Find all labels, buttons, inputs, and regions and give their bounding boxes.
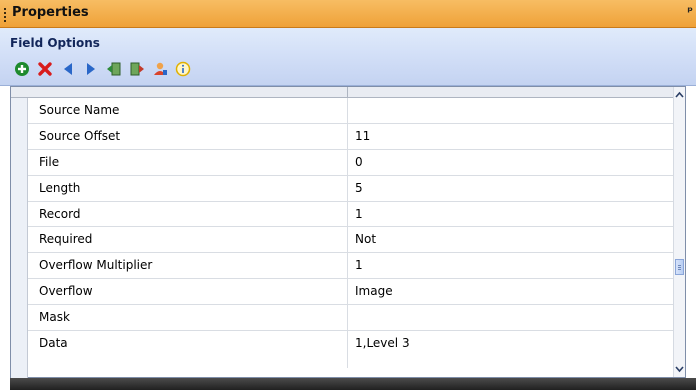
delete-icon xyxy=(38,62,52,76)
property-row-mask[interactable]: Mask xyxy=(28,305,676,332)
property-name: Source Offset xyxy=(39,128,121,143)
grid-header xyxy=(11,87,676,98)
export-button[interactable] xyxy=(128,60,146,78)
property-value[interactable]: 1 xyxy=(355,207,363,221)
panel-title-bar: Properties ᵖ xyxy=(0,0,696,28)
chevron-down-icon xyxy=(675,366,684,373)
section-title: Field Options xyxy=(10,36,100,50)
property-grid: Source Name Source Offset 11 File 0 Leng… xyxy=(10,86,686,378)
scroll-thumb[interactable] xyxy=(675,259,684,275)
user-alert-button[interactable] xyxy=(151,60,169,78)
info-button[interactable] xyxy=(174,60,192,78)
property-name: Required xyxy=(39,232,93,247)
property-value[interactable]: 11 xyxy=(355,129,370,143)
move-right-button[interactable] xyxy=(82,60,100,78)
drag-grip-icon[interactable] xyxy=(4,8,6,22)
info-icon xyxy=(175,61,191,77)
property-value[interactable]: 0 xyxy=(355,155,363,169)
property-name: Mask xyxy=(39,310,70,325)
scroll-down-button[interactable] xyxy=(674,363,685,375)
property-name: Source Name xyxy=(39,103,120,117)
vertical-scrollbar[interactable] xyxy=(673,87,685,377)
import-button[interactable] xyxy=(105,60,123,78)
property-row-record[interactable]: Record 1 xyxy=(28,201,676,228)
property-value[interactable]: 5 xyxy=(355,181,363,195)
property-name: Length xyxy=(39,180,81,195)
scroll-up-button[interactable] xyxy=(674,89,685,101)
property-row-overflow-multiplier[interactable]: Overflow Multiplier 1 xyxy=(28,253,676,280)
panel-bottom-border xyxy=(10,378,696,390)
property-row-length[interactable]: Length 5 xyxy=(28,175,676,202)
property-row-source-name[interactable]: Source Name xyxy=(28,98,676,124)
property-value[interactable]: 1,Level 3 xyxy=(355,336,410,350)
property-row-data[interactable]: Data 1,Level 3 xyxy=(28,331,676,369)
property-name: Overflow Multiplier xyxy=(39,258,153,273)
chevron-up-icon xyxy=(675,91,684,98)
property-row-file[interactable]: File 0 xyxy=(28,149,676,176)
property-name: Data xyxy=(39,336,68,351)
column-divider[interactable] xyxy=(347,87,348,97)
property-row-required[interactable]: Required Not xyxy=(28,227,676,254)
move-left-icon xyxy=(64,63,72,75)
field-options-header: Field Options xyxy=(0,28,696,86)
property-value[interactable]: Image xyxy=(355,284,393,298)
move-right-icon xyxy=(87,63,95,75)
import-icon xyxy=(107,62,121,76)
property-name: Record xyxy=(39,206,81,221)
export-icon xyxy=(130,62,144,76)
user-alert-icon xyxy=(154,62,167,75)
property-name: Overflow xyxy=(39,284,93,299)
property-value[interactable]: 1 xyxy=(355,258,363,272)
add-button[interactable] xyxy=(13,60,31,78)
property-row-overflow[interactable]: Overflow Image xyxy=(28,279,676,306)
toolbar xyxy=(13,59,192,79)
property-name: File xyxy=(39,154,60,169)
delete-button[interactable] xyxy=(36,60,54,78)
property-rows: Source Name Source Offset 11 File 0 Leng… xyxy=(28,98,676,369)
add-icon xyxy=(15,62,29,76)
row-selector-strip xyxy=(11,98,28,378)
move-left-button[interactable] xyxy=(59,60,77,78)
panel-title: Properties xyxy=(12,5,89,20)
property-row-source-offset[interactable]: Source Offset 11 xyxy=(28,123,676,150)
pin-icon[interactable]: ᵖ xyxy=(687,4,693,18)
property-value[interactable]: Not xyxy=(355,232,376,246)
